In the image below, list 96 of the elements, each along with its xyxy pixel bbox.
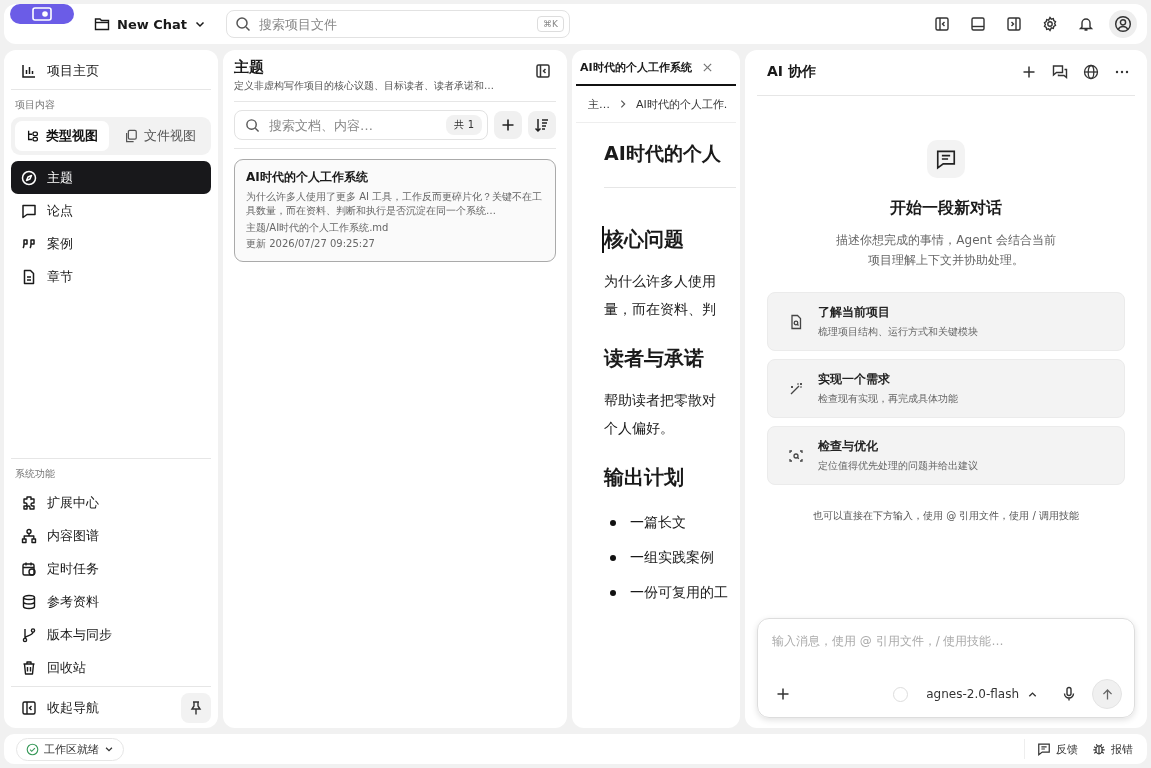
- paragraph-line: 为什么许多人使用: [604, 272, 717, 291]
- message-icon: [1037, 742, 1051, 756]
- section-heading: 核心问题: [602, 226, 736, 253]
- chevron-down-icon: [104, 744, 114, 754]
- paragraph-line: 帮助读者把零散对: [604, 391, 717, 410]
- compass-icon: [21, 169, 37, 186]
- panel-title: 主题: [234, 58, 265, 77]
- suggestion-card[interactable]: 了解当前项目 梳理项目结构、运行方式和关键模块: [767, 292, 1125, 351]
- breadcrumb-link[interactable]: AI时代的个人工作.: [636, 96, 728, 112]
- sidebar-item[interactable]: 案例: [11, 227, 211, 260]
- paragraph-line: 个人偏好。: [604, 419, 675, 438]
- model-selector[interactable]: agnes-2.0-flash: [918, 687, 1046, 701]
- sidebar-item[interactable]: 版本与同步: [11, 618, 211, 651]
- send-button[interactable]: [1092, 679, 1122, 709]
- view-tab[interactable]: 文件视图: [113, 121, 207, 151]
- feedback-button[interactable]: 反馈: [1035, 741, 1080, 757]
- section-label: 项目内容: [14, 98, 56, 112]
- shortcut-hint: ⌘K: [537, 16, 564, 32]
- folder-icon: [94, 16, 110, 32]
- list-item: 一份可复用的工: [630, 583, 728, 602]
- list-item: 一篇长文: [630, 513, 686, 532]
- suggestion-title: 了解当前项目: [818, 304, 891, 321]
- close-icon[interactable]: [701, 61, 713, 73]
- app-logo-button[interactable]: [10, 4, 74, 24]
- calendar-clock-icon: [21, 560, 37, 577]
- document-excerpt: 为什么许多人使用了更多 AI 工具，工作反而更碎片化？关键不在工具数量，而在资料、判断和执行是否沉淀在同一个系统…: [246, 190, 544, 218]
- project-home-link[interactable]: 项目主页: [11, 54, 211, 87]
- view-tab[interactable]: 类型视图: [15, 121, 109, 151]
- suggestion-description: 梳理项目结构、运行方式和关键模块: [818, 325, 978, 339]
- tree-icon: [26, 129, 40, 143]
- magic-wand-icon: [788, 380, 804, 397]
- report-bug-button[interactable]: 报错: [1090, 741, 1135, 757]
- sidebar-item[interactable]: 主题: [11, 161, 211, 194]
- scan-icon: [788, 447, 804, 464]
- suggestion-description: 检查现有实现，再完成具体功能: [818, 392, 958, 406]
- sidebar-item[interactable]: 参考资料: [11, 585, 211, 618]
- document-title: AI时代的个人: [604, 141, 722, 166]
- paragraph-line: 量，而在资料、判: [604, 300, 717, 319]
- file-search-icon: [788, 313, 804, 330]
- add-icon[interactable]: [494, 111, 522, 139]
- search-input[interactable]: 搜索文档、内容…: [267, 116, 440, 134]
- section-heading: 输出计划: [604, 464, 685, 491]
- copy-icon: [124, 129, 138, 143]
- sort-icon[interactable]: [528, 111, 556, 139]
- speech-bubble-icon: [21, 202, 37, 219]
- check-circle-icon: [26, 742, 39, 756]
- user-avatar-icon[interactable]: [1109, 10, 1137, 38]
- suggestion-card[interactable]: 实现一个需求 检查现有实现，再完成具体功能: [767, 359, 1125, 418]
- database-icon: [21, 593, 37, 610]
- document-icon: [21, 268, 37, 285]
- search-input[interactable]: 搜索项目文件: [257, 15, 532, 33]
- sidebar-collapse-icon: [21, 699, 37, 716]
- document-card[interactable]: AI时代的个人工作系统 为什么许多人使用了更多 AI 工具，工作反而更碎片化？关键不在工具数量，而在资料、判断和执行是否沉淀在同一个系统… 主题/AI时代的个人工作系统.md 更新 2026/07/27 09:25:27: [234, 159, 556, 262]
- section-label: 系统功能: [14, 467, 56, 481]
- suggestion-card[interactable]: 检查与优化 定位值得优先处理的问题并给出建议: [767, 426, 1125, 485]
- pin-icon[interactable]: [181, 692, 211, 723]
- chat-icon: [927, 140, 965, 178]
- suggestion-title: 检查与优化: [818, 438, 879, 455]
- document-title: AI时代的个人工作系统: [246, 169, 369, 186]
- sidebar-item[interactable]: 扩展中心: [11, 486, 211, 519]
- document-path: 主题/AI时代的个人工作系统.md: [246, 221, 390, 235]
- count-badge: 共 1: [446, 115, 482, 135]
- section-heading: 读者与承诺: [604, 345, 705, 372]
- branch-icon: [21, 626, 37, 643]
- breadcrumb-link[interactable]: 主…: [588, 96, 610, 112]
- sidebar-item[interactable]: 论点: [11, 194, 211, 227]
- search-field[interactable]: 搜索项目文件 ⌘K: [226, 10, 570, 38]
- sidebar-item[interactable]: 章节: [11, 260, 211, 293]
- monitor-user-icon: [31, 6, 53, 22]
- chevron-right-icon: [618, 99, 628, 109]
- message-composer[interactable]: 输入消息，使用 @ 引用文件，/ 使用技能… agnes-2.0-flash: [757, 618, 1135, 718]
- puzzle-icon: [21, 494, 37, 511]
- list-item: 一组实践案例: [630, 548, 714, 567]
- collapse-nav-link[interactable]: 收起导航: [11, 691, 181, 724]
- empty-state-title: 开始一段新对话: [890, 198, 1002, 219]
- sidebar-item[interactable]: 定时任务: [11, 552, 211, 585]
- input-hint: 也可以直接在下方输入，使用 @ 引用文件，使用 / 调用技能: [812, 509, 1080, 523]
- trash-icon: [21, 659, 37, 676]
- arrow-up-icon: [1100, 687, 1114, 701]
- hierarchy-icon: [21, 527, 37, 544]
- suggestion-title: 实现一个需求: [818, 371, 891, 388]
- tab-label: AI时代的个人工作系统: [580, 59, 692, 75]
- bug-icon: [1092, 742, 1106, 756]
- panel-description: 定义非虚构写作项目的核心议题、目标读者、读者承诺和…: [234, 79, 495, 93]
- bar-chart-icon: [21, 62, 37, 79]
- empty-state-text: 描述你想完成的事情，Agent 会结合当前项目理解上下文并协助处理。: [835, 232, 1057, 269]
- search-icon: [245, 117, 260, 133]
- project-selector[interactable]: New Chat: [84, 16, 216, 32]
- suggestion-description: 定位值得优先处理的问题并给出建议: [818, 459, 978, 473]
- document-tab[interactable]: AI时代的个人工作系统: [576, 50, 736, 86]
- document-updated: 更新 2026/07/27 09:25:27: [246, 237, 376, 251]
- search-icon: [235, 16, 251, 32]
- search-field[interactable]: 搜索文档、内容… 共 1: [234, 110, 488, 140]
- sidebar-item[interactable]: 回收站: [11, 651, 211, 684]
- panel-title: AI 协作: [767, 62, 816, 81]
- sidebar-item[interactable]: 内容图谱: [11, 519, 211, 552]
